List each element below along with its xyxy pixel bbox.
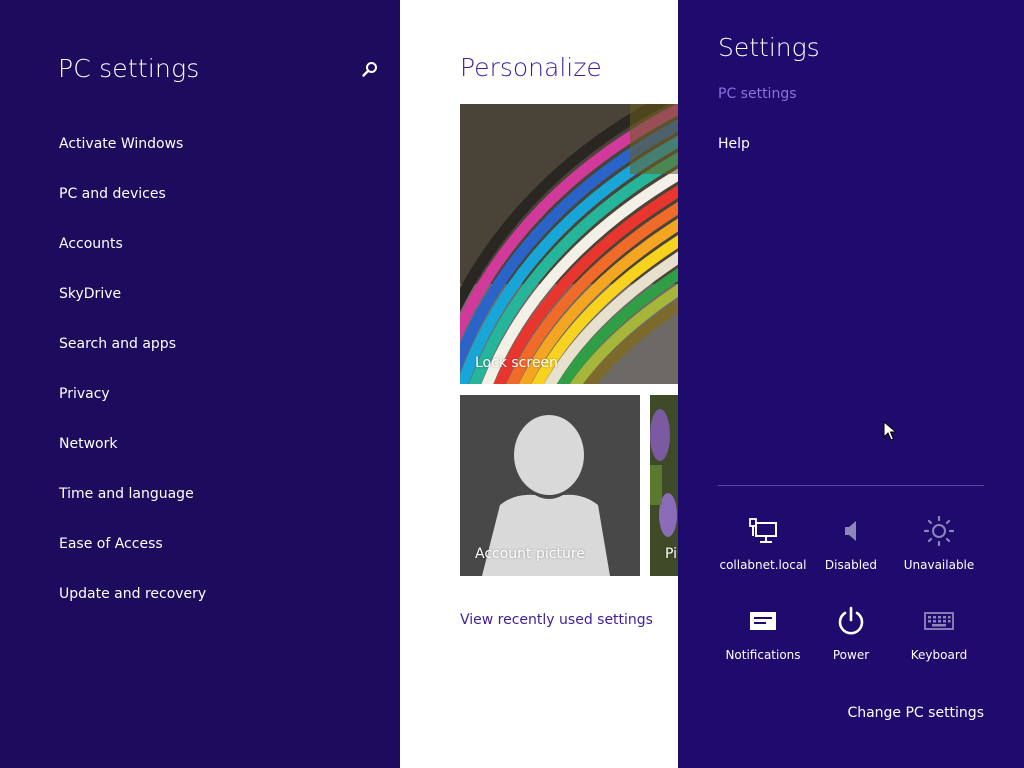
nav-item-activate-windows[interactable]: Activate Windows	[59, 129, 206, 179]
settings-charm-pane: Settings PC settings Help collabnet.loca…	[678, 0, 1024, 768]
keyboard-tile[interactable]: Keyboard	[895, 600, 983, 680]
personalize-pane: Personalize Lock screen Account picture …	[400, 0, 678, 768]
nav-item-pc-and-devices[interactable]: PC and devices	[59, 179, 206, 229]
nav-item-privacy[interactable]: Privacy	[59, 379, 206, 429]
network-label: collabnet.local	[719, 558, 807, 572]
nav-list: Activate Windows PC and devices Accounts…	[59, 129, 206, 629]
nav-item-ease-of-access[interactable]: Ease of Access	[59, 529, 206, 579]
notifications-tile[interactable]: Notifications	[719, 600, 807, 680]
speaker-icon	[845, 521, 856, 541]
nav-item-search-and-apps[interactable]: Search and apps	[59, 329, 206, 379]
charm-subtitle: PC settings	[718, 86, 797, 102]
nav-item-accounts[interactable]: Accounts	[59, 229, 206, 279]
nav-item-skydrive[interactable]: SkyDrive	[59, 279, 206, 329]
page-title: PC settings	[58, 54, 200, 83]
nav-item-network[interactable]: Network	[59, 429, 206, 479]
lock-screen-label: Lock screen	[475, 355, 558, 371]
notifications-label: Notifications	[725, 648, 801, 662]
view-recent-settings-link[interactable]: View recently used settings	[460, 612, 653, 628]
network-icon	[749, 518, 777, 543]
mouse-cursor-icon	[883, 421, 897, 441]
keyboard-label: Keyboard	[910, 648, 968, 662]
brightness-icon	[924, 516, 954, 546]
keyboard-icon	[924, 612, 954, 630]
help-link[interactable]: Help	[718, 136, 750, 152]
power-icon	[838, 606, 864, 635]
network-tile[interactable]: collabnet.local	[719, 510, 807, 590]
volume-label: Disabled	[824, 558, 878, 572]
pc-settings-nav-pane: PC settings Activate Windows PC and devi…	[0, 0, 400, 768]
account-picture-label: Account picture	[475, 546, 585, 562]
lock-screen-tile[interactable]: Lock screen	[460, 104, 678, 384]
picture-password-label: Pi	[665, 546, 678, 562]
lock-screen-image	[460, 104, 678, 384]
search-icon[interactable]	[360, 60, 380, 80]
power-tile[interactable]: Power	[807, 600, 895, 680]
nav-item-update-and-recovery[interactable]: Update and recovery	[59, 579, 206, 629]
brightness-tile[interactable]: Unavailable	[895, 510, 983, 590]
section-title: Personalize	[460, 53, 602, 82]
divider	[718, 485, 984, 486]
brightness-label: Unavailable	[903, 558, 975, 572]
volume-tile[interactable]: Disabled	[807, 510, 895, 590]
notifications-icon	[750, 612, 776, 630]
power-label: Power	[832, 648, 870, 662]
picture-password-tile[interactable]: Pi	[650, 395, 678, 576]
charm-title: Settings	[718, 33, 820, 62]
nav-item-time-and-language[interactable]: Time and language	[59, 479, 206, 529]
change-pc-settings-link[interactable]: Change PC settings	[847, 705, 984, 721]
account-picture-tile[interactable]: Account picture	[460, 395, 640, 576]
